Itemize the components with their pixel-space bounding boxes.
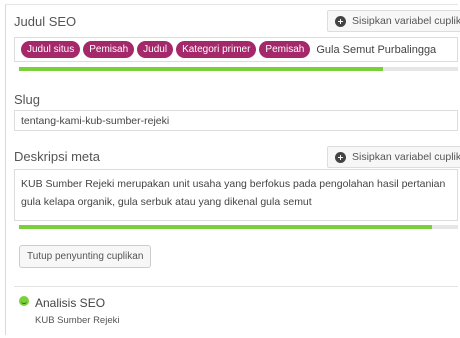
seo-analysis-toggle[interactable]: Analisis SEO xyxy=(35,296,105,310)
plus-circle-icon xyxy=(335,151,346,163)
slug-label: Slug xyxy=(14,92,41,107)
slug-value: tentang-kami-kub-sumber-rejeki xyxy=(21,114,170,127)
seo-title-length-fill xyxy=(19,67,384,71)
seo-title-insert-variable-button[interactable]: Sisipkan variabel cuplikan xyxy=(327,10,460,32)
seo-title-label: Judul SEO xyxy=(14,14,77,29)
smiley-icon xyxy=(19,296,29,306)
meta-description-label: Deskripsi meta xyxy=(14,149,100,164)
insert-variable-label: Sisipkan variabel cuplikan xyxy=(352,151,460,163)
variable-pill-title[interactable]: Judul xyxy=(137,41,174,58)
meta-description-value: KUB Sumber Rejeki merupakan unit usaha y… xyxy=(21,178,446,208)
variable-pill-primary-category[interactable]: Kategori primer xyxy=(176,41,257,58)
meta-description-insert-variable-button[interactable]: Sisipkan variabel cuplikan xyxy=(327,146,460,168)
variable-pill-separator[interactable]: Pemisah xyxy=(259,41,311,58)
seo-title-length-bar xyxy=(19,67,458,71)
divider xyxy=(14,286,458,287)
meta-description-length-bar xyxy=(19,225,458,229)
variable-pill-site-title[interactable]: Judul situs xyxy=(21,41,81,58)
insert-variable-label: Sisipkan variabel cuplikan xyxy=(352,15,460,27)
close-snippet-editor-label: Tutup penyunting cuplikan xyxy=(27,251,144,262)
meta-description-textarea[interactable]: KUB Sumber Rejeki merupakan unit usaha y… xyxy=(14,169,458,221)
seo-title-text: Gula Semut Purbalingga xyxy=(316,43,437,56)
meta-description-length-fill xyxy=(19,225,432,229)
seo-title-input[interactable]: Judul situs Pemisah Judul Kategori prime… xyxy=(14,37,458,62)
plus-circle-icon xyxy=(335,15,346,27)
variable-pill-separator[interactable]: Pemisah xyxy=(83,41,135,58)
slug-input[interactable]: tentang-kami-kub-sumber-rejeki xyxy=(14,110,458,131)
seo-analysis-focus-keyphrase: KUB Sumber Rejeki xyxy=(35,315,120,326)
close-snippet-editor-button[interactable]: Tutup penyunting cuplikan xyxy=(19,245,152,268)
